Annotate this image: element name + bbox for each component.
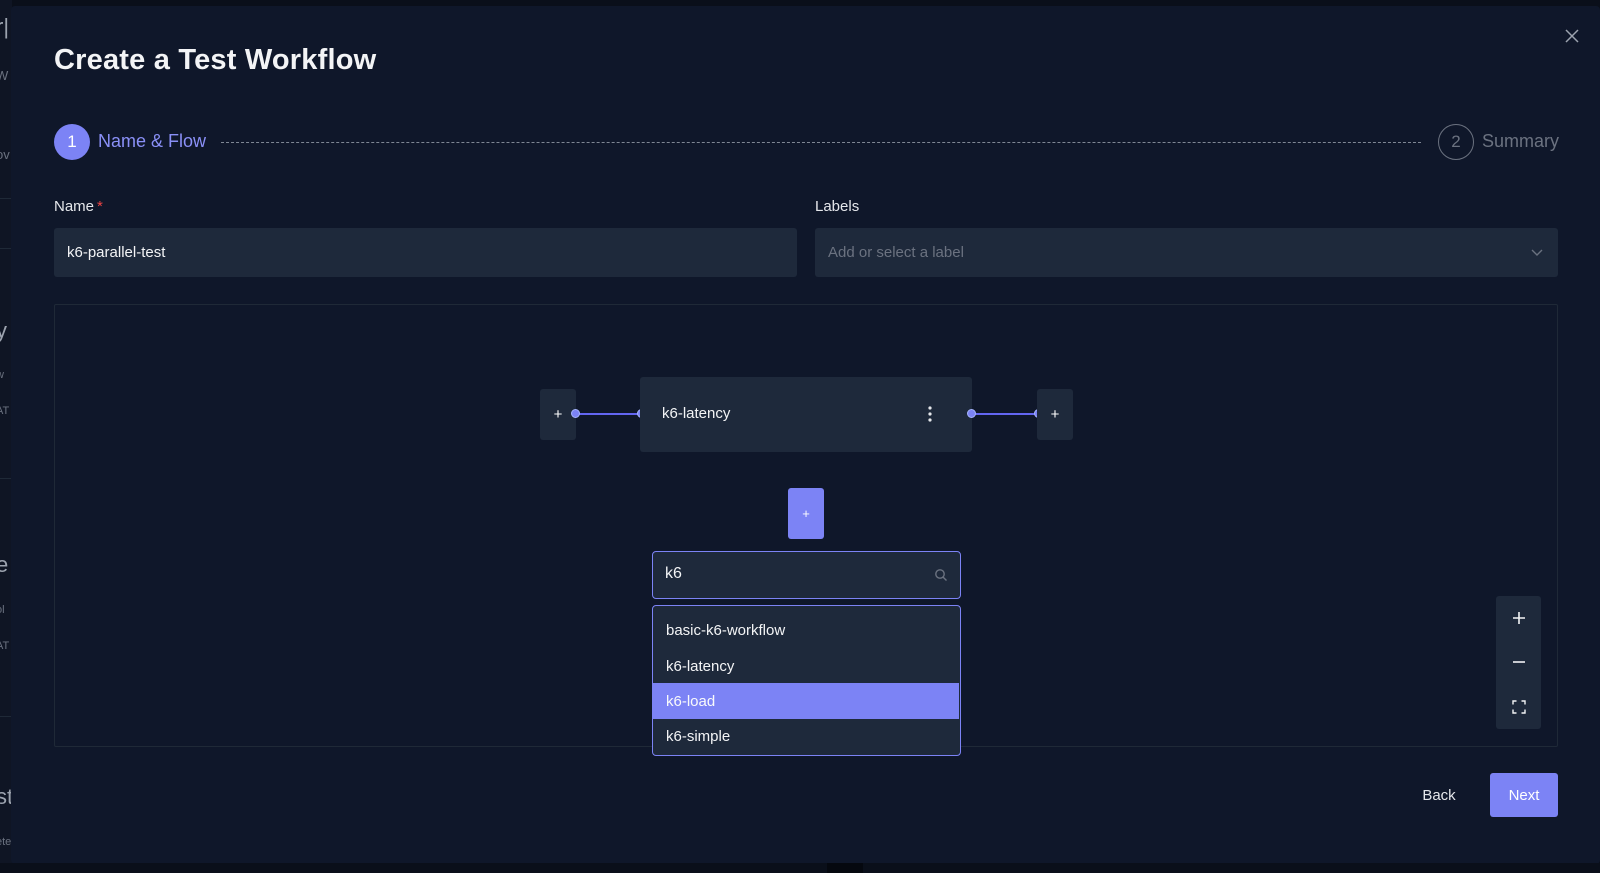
labels-select[interactable]: Add or select a label (815, 228, 1558, 277)
bg-fragment: y (0, 318, 7, 343)
next-button[interactable]: Next (1490, 773, 1558, 817)
name-input-value: k6-parallel-test (67, 244, 166, 261)
bg-fragment: ov (0, 147, 10, 162)
workflow-options-list: basic-k6-workflow k6-latency k6-load k6-… (652, 605, 961, 756)
workflow-search-box[interactable] (652, 551, 961, 599)
chevron-down-icon (1531, 249, 1543, 256)
kebab-menu-icon (928, 406, 932, 422)
labels-placeholder: Add or select a label (828, 244, 964, 261)
back-button[interactable]: Back (1407, 773, 1471, 817)
option-item-highlighted[interactable]: k6-load (653, 683, 959, 719)
fit-view-button[interactable] (1496, 685, 1541, 729)
bg-fragment: W (0, 68, 9, 83)
zoom-out-button[interactable] (1496, 640, 1541, 684)
required-marker: * (97, 198, 103, 215)
bg-fragment: ol (0, 604, 5, 616)
edge-handle[interactable] (571, 409, 580, 418)
name-label: Name * (54, 198, 103, 215)
labels-label: Labels (815, 198, 860, 215)
add-parallel-step-button[interactable]: + (788, 488, 824, 539)
bg-fragment: AT (0, 405, 10, 417)
node-menu-button[interactable] (920, 401, 940, 427)
edge-handle[interactable] (967, 409, 976, 418)
name-label-text: Name (54, 198, 95, 215)
bg-fragment: r| (0, 14, 10, 39)
add-step-right-button[interactable]: + (1037, 389, 1073, 440)
close-icon (1565, 29, 1579, 43)
option-item[interactable]: basic-k6-workflow (653, 612, 959, 648)
bottom-strip (0, 863, 1600, 873)
zoom-in-button[interactable] (1496, 596, 1541, 640)
step-2-indicator: 2 (1438, 124, 1474, 160)
zoom-controls (1496, 596, 1541, 729)
step-1-indicator: 1 (54, 124, 90, 160)
search-icon (935, 569, 947, 581)
bg-fragment: AT (0, 640, 10, 652)
step-1-label: Name & Flow (98, 131, 207, 151)
node-label: k6-latency (662, 405, 731, 422)
step-2-label: Summary (1482, 131, 1560, 151)
workflow-node[interactable]: k6-latency (640, 377, 972, 452)
dialog-title: Create a Test Workflow (54, 44, 377, 76)
close-button[interactable] (1560, 24, 1584, 48)
option-item[interactable]: k6-simple (653, 718, 959, 754)
name-input[interactable]: k6-parallel-test (54, 228, 797, 277)
edge-right (972, 413, 1039, 415)
edge-left (575, 413, 641, 415)
stepper-connector (221, 142, 1421, 143)
option-item[interactable]: k6-latency (653, 648, 959, 684)
bg-fragment: e (0, 552, 9, 577)
bg-fragment: ete (0, 836, 12, 848)
workflow-search-input[interactable] (665, 565, 915, 583)
zoom-in-icon (1512, 612, 1525, 624)
zoom-out-icon (1512, 661, 1525, 663)
fit-view-icon (1511, 700, 1526, 714)
bg-fragment: w (0, 369, 4, 381)
bottom-nub (827, 863, 863, 873)
